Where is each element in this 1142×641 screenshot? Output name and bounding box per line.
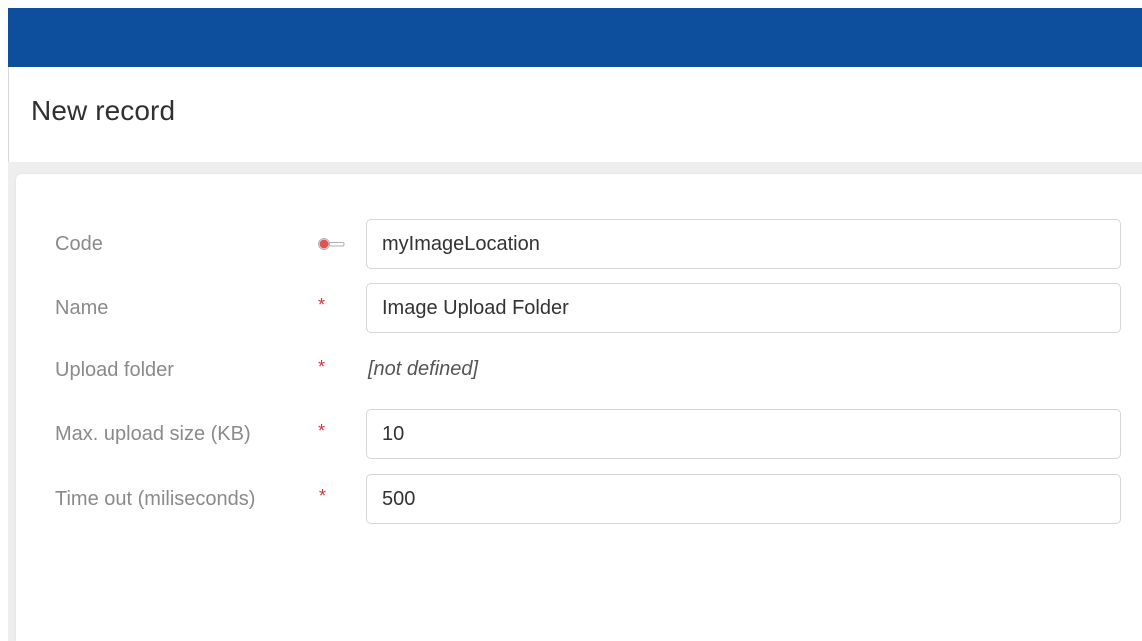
- record-header: New record: [8, 67, 1142, 162]
- max-upload-size-label: Max. upload size (KB): [55, 423, 251, 445]
- top-bar: [8, 8, 1142, 67]
- required-marker: *: [318, 357, 326, 377]
- form-row-name: Name *: [16, 283, 1142, 335]
- timeout-input[interactable]: [366, 474, 1121, 524]
- upload-folder-label: Upload folder: [55, 359, 174, 381]
- required-marker: *: [319, 486, 327, 506]
- form-row-max-upload-size: Max. upload size (KB) *: [16, 409, 1142, 461]
- form-row-code: Code: [16, 219, 1142, 271]
- code-input[interactable]: [366, 219, 1121, 269]
- code-label: Code: [55, 233, 103, 255]
- timeout-label: Time out (miliseconds): [55, 488, 256, 510]
- max-upload-size-input[interactable]: [366, 409, 1121, 459]
- form-row-upload-folder: Upload folder * [not defined]: [16, 345, 1142, 397]
- record-form: Code Name * Upload folder * [not defined…: [16, 174, 1142, 641]
- name-input[interactable]: [366, 283, 1121, 333]
- required-marker: *: [318, 295, 326, 315]
- name-label: Name: [55, 297, 109, 319]
- form-row-timeout: Time out (miliseconds) *: [16, 474, 1142, 526]
- required-marker: *: [318, 421, 326, 441]
- page-title: New record: [31, 95, 176, 126]
- upload-folder-value[interactable]: [not defined]: [368, 358, 478, 381]
- key-icon: [317, 236, 347, 252]
